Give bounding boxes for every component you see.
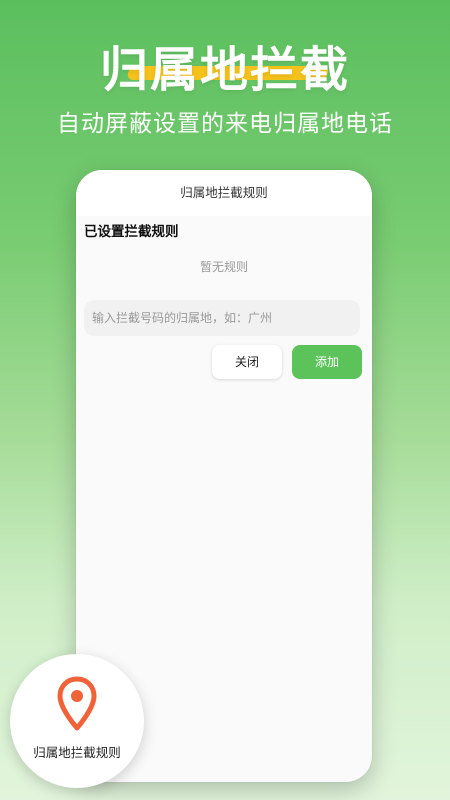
feature-badge[interactable]: 归属地拦截规则 [10,654,144,788]
location-pin-icon [57,676,97,731]
badge-label: 归属地拦截规则 [33,745,121,760]
hero-title-text: 归属地拦截 [99,42,350,98]
region-input[interactable] [84,300,360,336]
hero-subtitle: 自动屏蔽设置的来电归属地电话 [57,111,393,137]
hero-title: 归属地拦截 [0,30,450,100]
add-button[interactable]: 添加 [292,345,362,379]
section-title: 已设置拦截规则 [84,224,179,240]
close-button[interactable]: 关闭 [212,345,282,379]
dialog-title: 归属地拦截规则 [76,170,372,216]
empty-rules-text: 暂无规则 [199,260,248,274]
